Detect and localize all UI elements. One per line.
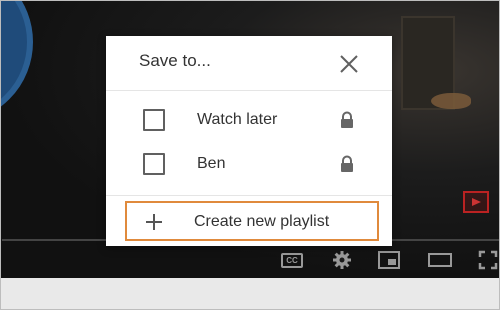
settings-button[interactable]: [329, 249, 355, 271]
theater-mode-button[interactable]: [427, 249, 453, 271]
create-new-playlist-button[interactable]: Create new playlist: [125, 201, 379, 241]
settings-icon: [333, 251, 351, 269]
subtitles-icon: CC: [281, 252, 303, 268]
save-to-dialog: Save to... Watch later Ben Create new pl…: [106, 36, 392, 246]
lock-icon: [341, 155, 353, 172]
header-divider: [106, 90, 392, 91]
miniplayer-button[interactable]: [376, 249, 402, 271]
close-icon: [340, 55, 358, 73]
fullscreen-button[interactable]: [475, 249, 499, 271]
close-button[interactable]: [334, 50, 364, 78]
footer-divider: [106, 195, 392, 196]
subtitles-button[interactable]: CC: [279, 249, 305, 271]
create-new-playlist-label: Create new playlist: [194, 213, 330, 230]
ben-checkbox[interactable]: [143, 153, 165, 175]
playlist-item-ben[interactable]: Ben: [106, 145, 392, 183]
video-content-shape: [1, 1, 33, 123]
video-content-object: [431, 93, 471, 109]
theater-mode-icon: [428, 253, 452, 267]
plus-icon: [146, 214, 162, 230]
playlist-item-watch-later[interactable]: Watch later: [106, 101, 392, 139]
lock-icon: [341, 111, 353, 128]
youtube-logo-icon: [463, 191, 489, 213]
playlist-label: Watch later: [197, 111, 278, 128]
miniplayer-icon: [378, 251, 400, 269]
dialog-title: Save to...: [139, 51, 211, 70]
playlist-label: Ben: [197, 155, 226, 172]
fullscreen-icon: [478, 250, 498, 270]
watch-later-checkbox[interactable]: [143, 109, 165, 131]
subtitles-label: CC: [286, 255, 298, 265]
